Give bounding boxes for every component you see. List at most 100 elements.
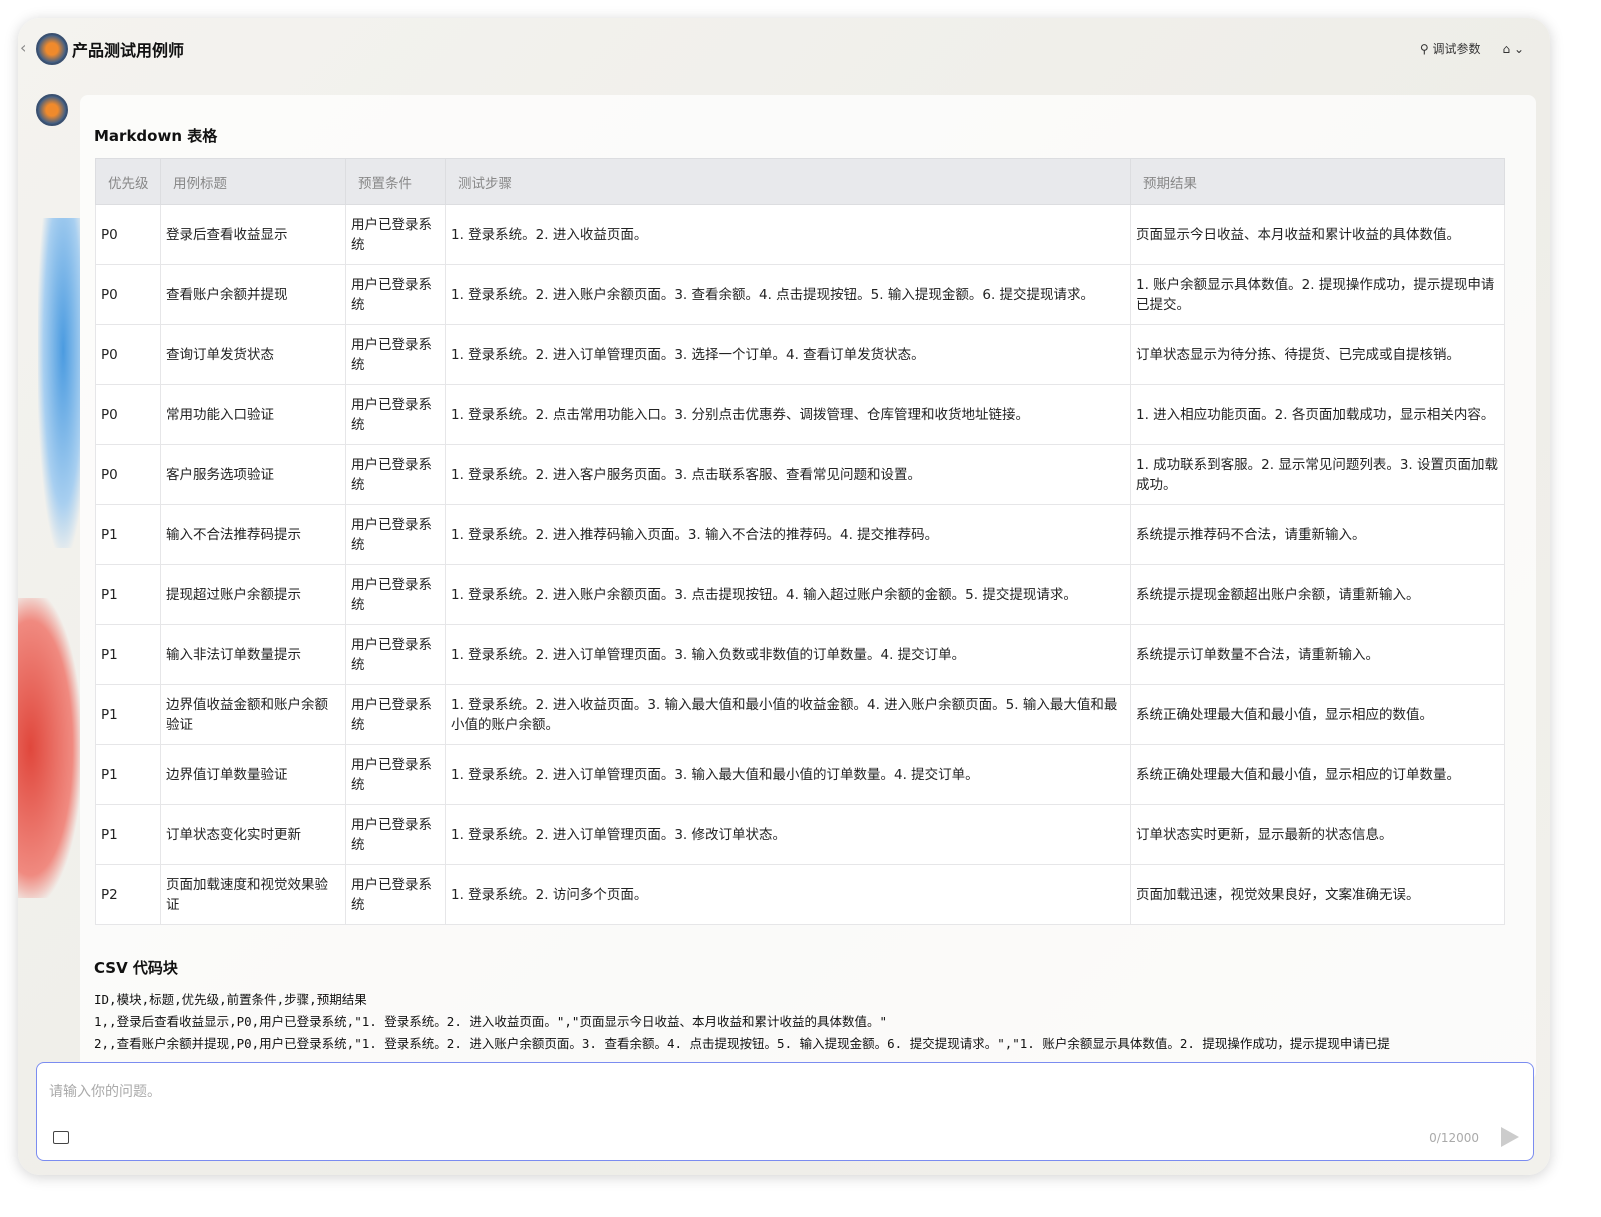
table-row: P1 输入不合法推荐码提示 用户已登录系统 1. 登录系统。2. 进入推荐码输入页面。… (95, 504, 1505, 565)
table-cell: 用户已登录系统 (345, 804, 446, 865)
header: ‹ 产品测试用例师 ⚲ 调试参数 ⌂ ⌄ (18, 18, 1550, 80)
bot-avatar (36, 33, 68, 65)
table-cell: 页面加载速度和视觉效果验证 (160, 864, 346, 925)
message-avatar (36, 94, 68, 126)
table-cell: P1 (95, 744, 161, 805)
table-cell: 用户已登录系统 (345, 444, 446, 505)
table-cell: P0 (95, 204, 161, 265)
table-cell: 1. 登录系统。2. 进入收益页面。3. 输入最大值和最小值的收益金额。4. 进… (445, 684, 1131, 745)
table-cell: 1. 账户余额显示具体数值。2. 提现操作成功，提示提现申请已提交。 (1130, 264, 1505, 325)
chat-input-box[interactable]: 请输入你的问题。 0/12000 (36, 1062, 1534, 1161)
table-row: P0 查看账户余额并提现 用户已登录系统 1. 登录系统。2. 进入账户余额页面。3.… (95, 264, 1505, 325)
table-row: P0 常用功能入口验证 用户已登录系统 1. 登录系统。2. 点击常用功能入口。3. … (95, 384, 1505, 445)
table-row: P0 登录后查看收益显示 用户已登录系统 1. 登录系统。2. 进入收益页面。 页面显示… (95, 204, 1505, 265)
table-cell: 用户已登录系统 (345, 864, 446, 925)
column-header: 用例标题 (160, 158, 346, 205)
table-cell: 输入非法订单数量提示 (160, 624, 346, 685)
table-cell: 输入不合法推荐码提示 (160, 504, 346, 565)
table-cell: 1. 登录系统。2. 访问多个页面。 (445, 864, 1131, 925)
table-cell: 1. 登录系统。2. 进入订单管理页面。3. 选择一个订单。4. 查看订单发货状… (445, 324, 1131, 385)
table-cell: P2 (95, 864, 161, 925)
plug-icon: ⚲ (1419, 42, 1433, 56)
table-cell: P0 (95, 264, 161, 325)
table-cell: 系统提示提现金额超出账户余额，请重新输入。 (1130, 564, 1505, 625)
table-cell: 用户已登录系统 (345, 504, 446, 565)
table-cell: P1 (95, 504, 161, 565)
table-cell: 1. 成功联系到客服。2. 显示常见问题列表。3. 设置页面加载成功。 (1130, 444, 1505, 505)
message-card: Markdown 表格 优先级 用例标题 预置条件 测试步骤 预期结果 P0 登录后查看收… (80, 95, 1536, 1080)
column-header: 测试步骤 (445, 158, 1131, 205)
table-cell: 边界值收益金额和账户余额验证 (160, 684, 346, 745)
table-cell: 系统提示推荐码不合法，请重新输入。 (1130, 504, 1505, 565)
table-row: P0 客户服务选项验证 用户已登录系统 1. 登录系统。2. 进入客户服务页面。3. … (95, 444, 1505, 505)
table-cell: 订单状态实时更新，显示最新的状态信息。 (1130, 804, 1505, 865)
table-cell: 查看账户余额并提现 (160, 264, 346, 325)
table-row: P1 订单状态变化实时更新 用户已登录系统 1. 登录系统。2. 进入订单管理页面。3… (95, 804, 1505, 865)
table-cell: 订单状态显示为待分拣、待提货、已完成或自提核销。 (1130, 324, 1505, 385)
app-window: ‹ 产品测试用例师 ⚲ 调试参数 ⌂ ⌄ Markdown 表格 优先级 用例标题… (18, 18, 1550, 1175)
test-case-table: 优先级 用例标题 预置条件 测试步骤 预期结果 P0 登录后查看收益显示 用户已登录系统 1.… (95, 158, 1505, 925)
clear-menu-button[interactable]: ⌂ ⌄ (1502, 42, 1524, 56)
table-cell: 边界值订单数量验证 (160, 744, 346, 805)
debug-params-button[interactable]: ⚲ 调试参数 (1420, 40, 1481, 57)
table-row: P2 页面加载速度和视觉效果验证 用户已登录系统 1. 登录系统。2. 访问多个页面。… (95, 864, 1505, 925)
table-row: P0 查询订单发货状态 用户已登录系统 1. 登录系统。2. 进入订单管理页面。3. … (95, 324, 1505, 385)
table-cell: 1. 登录系统。2. 进入收益页面。 (445, 204, 1131, 265)
debug-params-label: 调试参数 (1432, 42, 1481, 56)
table-cell: 1. 登录系统。2. 进入账户余额页面。3. 点击提现按钮。4. 输入超过账户余… (445, 564, 1131, 625)
column-header: 预期结果 (1130, 158, 1505, 205)
back-icon[interactable]: ‹ (20, 38, 26, 57)
table-cell: 1. 登录系统。2. 进入订单管理页面。3. 输入负数或非数值的订单数量。4. … (445, 624, 1131, 685)
table-cell: P1 (95, 684, 161, 745)
table-row: P1 边界值收益金额和账户余额验证 用户已登录系统 1. 登录系统。2. 进入收益页面… (95, 684, 1505, 745)
table-cell: P1 (95, 564, 161, 625)
table-cell: 用户已登录系统 (345, 744, 446, 805)
table-cell: 用户已登录系统 (345, 624, 446, 685)
table-cell: P1 (95, 804, 161, 865)
table-cell: 查询订单发货状态 (160, 324, 346, 385)
table-cell: P1 (95, 624, 161, 685)
char-counter: 0/12000 (1429, 1131, 1479, 1145)
table-cell: 用户已登录系统 (345, 204, 446, 265)
table-cell: 1. 登录系统。2. 进入推荐码输入页面。3. 输入不合法的推荐码。4. 提交推… (445, 504, 1131, 565)
background-decoration (38, 218, 80, 548)
table-cell: 系统正确处理最大值和最小值，显示相应的数值。 (1130, 684, 1505, 745)
chat-input-placeholder[interactable]: 请输入你的问题。 (49, 1081, 161, 1101)
csv-line: 2,,查看账户余额并提现,P0,用户已登录系统,"1. 登录系统。2. 进入账户… (94, 1036, 1390, 1051)
csv-line: ID,模块,标题,优先级,前置条件,步骤,预期结果 (94, 992, 367, 1007)
table-cell: 1. 登录系统。2. 进入账户余额页面。3. 查看余额。4. 点击提现按钮。5.… (445, 264, 1131, 325)
table-cell: P0 (95, 324, 161, 385)
table-cell: 提现超过账户余额提示 (160, 564, 346, 625)
send-icon[interactable] (1501, 1127, 1519, 1147)
table-cell: 系统正确处理最大值和最小值，显示相应的订单数量。 (1130, 744, 1505, 805)
table-cell: 用户已登录系统 (345, 384, 446, 445)
table-cell: P0 (95, 444, 161, 505)
table-cell: 客户服务选项验证 (160, 444, 346, 505)
table-cell: 用户已登录系统 (345, 324, 446, 385)
image-upload-icon[interactable] (53, 1131, 69, 1144)
table-cell: 1. 登录系统。2. 点击常用功能入口。3. 分别点击优惠券、调拨管理、仓库管理… (445, 384, 1131, 445)
chevron-down-icon: ⌄ (1513, 41, 1524, 56)
table-cell: 用户已登录系统 (345, 684, 446, 745)
table-cell: P0 (95, 384, 161, 445)
table-cell: 1. 登录系统。2. 进入客户服务页面。3. 点击联系客服、查看常见问题和设置。 (445, 444, 1131, 505)
table-cell: 常用功能入口验证 (160, 384, 346, 445)
table-cell: 系统提示订单数量不合法，请重新输入。 (1130, 624, 1505, 685)
column-header: 优先级 (95, 158, 161, 205)
table-cell: 1. 进入相应功能页面。2. 各页面加载成功，显示相关内容。 (1130, 384, 1505, 445)
background-decoration (18, 598, 80, 898)
table-row: P1 边界值订单数量验证 用户已登录系统 1. 登录系统。2. 进入订单管理页面。3.… (95, 744, 1505, 805)
table-cell: 用户已登录系统 (345, 264, 446, 325)
table-row: P1 提现超过账户余额提示 用户已登录系统 1. 登录系统。2. 进入账户余额页面。3… (95, 564, 1505, 625)
column-header: 预置条件 (345, 158, 446, 205)
csv-line: 1,,登录后查看收益显示,P0,用户已登录系统,"1. 登录系统。2. 进入收益… (94, 1014, 887, 1029)
broom-icon: ⌂ (1502, 41, 1511, 56)
table-cell: 1. 登录系统。2. 进入订单管理页面。3. 修改订单状态。 (445, 804, 1131, 865)
table-cell: 页面显示今日收益、本月收益和累计收益的具体数值。 (1130, 204, 1505, 265)
csv-heading: CSV 代码块 (94, 959, 178, 977)
markdown-heading: Markdown 表格 (94, 127, 218, 145)
table-cell: 用户已登录系统 (345, 564, 446, 625)
table-cell: 登录后查看收益显示 (160, 204, 346, 265)
table-cell: 订单状态变化实时更新 (160, 804, 346, 865)
table-cell: 1. 登录系统。2. 进入订单管理页面。3. 输入最大值和最小值的订单数量。4.… (445, 744, 1131, 805)
